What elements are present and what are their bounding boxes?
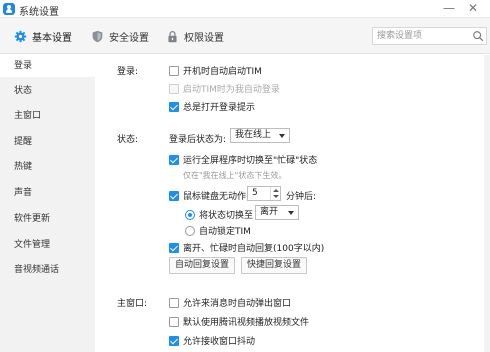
switch-status-radio[interactable]: 将状态切换至 [185,208,253,221]
checkbox-box [169,65,179,76]
sidebar-item-status[interactable]: 状态 [0,80,95,102]
settings-sidebar: 登录 状态 主窗口 提醒 热键 声音 软件更新 文件管理 音视频通话 [0,55,95,352]
auto-lock-radio[interactable]: 自动锁定TIM [185,224,251,237]
tab-permission-settings[interactable]: 权限设置 [166,29,224,44]
select-value: 离开 [260,207,279,217]
arrow-down-icon [273,195,279,198]
main-window-section-label: 主窗口: [117,299,148,309]
tab-label: 安全设置 [109,32,149,44]
checkbox-box [169,154,179,165]
radio-label: 将状态切换至 [199,211,254,221]
auto-login-checkbox[interactable]: 启动TIM时为我自动登录 [169,82,280,95]
sidebar-item-main-window[interactable]: 主窗口 [0,105,95,127]
idle-checkbox[interactable]: 鼠标键盘无动作 [169,189,246,202]
popup-on-message-checkbox[interactable]: 允许来消息时自动弹出窗口 [169,296,291,309]
quick-reply-settings-button[interactable]: 快捷回复设置 [241,257,307,274]
tim-logo-icon [3,3,15,15]
sidebar-item-software-update[interactable]: 软件更新 [0,208,95,230]
radio-dot [185,225,195,236]
window-shake-checkbox[interactable]: 允许接收窗口抖动 [169,334,255,347]
fullscreen-hint: 仅在"我在线上"状态下生效。 [183,171,287,180]
minimize-button[interactable]: — [442,1,456,15]
fullscreen-busy-checkbox[interactable]: 运行全屏程序时切换至"忙碌"状态 [169,153,317,166]
switch-status-select[interactable]: 离开 [255,205,299,220]
tencent-video-checkbox[interactable]: 默认使用腾讯视频播放视频文件 [169,315,309,328]
auto-reply-settings-button[interactable]: 自动回复设置 [169,257,235,274]
checkbox-box [169,242,179,253]
checkbox-label: 开机时自动启动TIM [183,67,262,77]
chevron-down-icon [279,134,285,138]
lock-icon [168,30,177,42]
checkbox-label: 允许来消息时自动弹出窗口 [183,299,292,309]
sidebar-item-file-management[interactable]: 文件管理 [0,234,95,256]
after-login-status-label: 登录后状态为: [169,135,227,145]
checkbox-label: 运行全屏程序时切换至"忙碌"状态 [183,156,318,166]
idle-minutes-suffix: 分钟后: [286,192,317,202]
title-bar: 系统设置 — ✕ [0,0,490,18]
checkbox-box [169,335,179,346]
tab-label: 基本设置 [32,32,72,44]
checkbox-label: 默认使用腾讯视频播放视频文件 [183,318,310,328]
auto-start-checkbox[interactable]: 开机时自动启动TIM [169,64,262,77]
settings-tab-bar: 基本设置 安全设置 权限设置 [0,18,490,54]
tab-label: 权限设置 [184,32,224,44]
checkbox-box [169,190,179,201]
sidebar-item-av-call[interactable]: 音视频通话 [0,259,95,281]
checkbox-box [169,316,179,327]
search-icon[interactable] [472,30,484,42]
checkbox-label: 总是打开登录提示 [183,103,256,113]
sidebar-item-hotkeys[interactable]: 热键 [0,156,95,178]
shield-icon [92,30,103,42]
after-login-status-select[interactable]: 我在线上 [230,128,290,143]
checkbox-box [169,83,179,94]
radio-label: 自动锁定TIM [199,227,251,237]
status-section-label: 状态: [117,135,139,145]
settings-content: 登录: 开机时自动启动TIM 启动TIM时为我自动登录 总是打开登录提示 状态:… [95,55,490,352]
arrow-up-icon [273,189,279,192]
chevron-down-icon [288,211,294,215]
search-input[interactable] [377,29,469,43]
idle-minutes-stepper[interactable]: 5 [247,186,281,201]
gear-icon [14,30,27,42]
select-value: 我在线上 [235,130,272,140]
search-box [372,27,487,45]
login-section-label: 登录: [117,67,139,77]
checkbox-label: 鼠标键盘无动作 [183,192,247,202]
stepper-arrows[interactable] [270,187,280,200]
radio-dot [185,209,195,220]
sidebar-item-reminder[interactable]: 提醒 [0,131,95,153]
checkbox-label: 离开、忙碌时自动回复(100字以内) [183,244,325,254]
checkbox-label: 启动TIM时为我自动登录 [183,85,280,95]
tab-basic-settings[interactable]: 基本设置 [14,29,72,44]
stepper-value: 5 [252,188,258,198]
show-login-prompt-checkbox[interactable]: 总是打开登录提示 [169,100,255,113]
auto-reply-checkbox[interactable]: 离开、忙碌时自动回复(100字以内) [169,241,324,254]
checkbox-box [169,297,179,308]
checkbox-box [169,101,179,112]
checkbox-label: 允许接收窗口抖动 [183,337,256,347]
window-title: 系统设置 [19,7,59,18]
content-scrollbar[interactable] [484,55,490,352]
close-button[interactable]: ✕ [466,1,480,15]
sidebar-item-login[interactable]: 登录 [0,55,95,77]
tab-security-settings[interactable]: 安全设置 [91,29,149,44]
sidebar-item-sound[interactable]: 声音 [0,182,95,204]
